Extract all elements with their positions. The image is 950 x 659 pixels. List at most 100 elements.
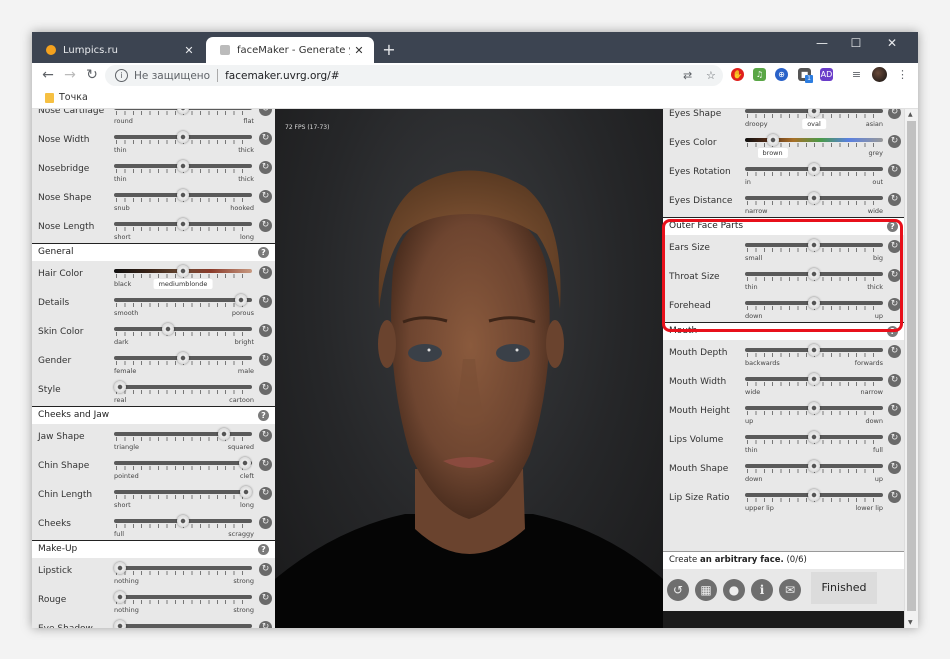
- slider-handle[interactable]: [177, 352, 189, 364]
- slider-handle[interactable]: [234, 294, 247, 306]
- scroll-up-arrow[interactable]: ▲: [908, 111, 913, 118]
- help-icon[interactable]: ?: [258, 247, 269, 258]
- slider-track[interactable]: [114, 461, 252, 465]
- slider-track[interactable]: [114, 432, 252, 436]
- slider-handle[interactable]: [177, 265, 189, 277]
- reset-icon[interactable]: ↻: [888, 269, 901, 282]
- slider-track[interactable]: [114, 595, 252, 599]
- randomize-button[interactable]: ▦: [695, 579, 717, 601]
- tab-close-icon[interactable]: ✕: [350, 44, 368, 57]
- reset-icon[interactable]: ↻: [259, 592, 272, 605]
- help-icon[interactable]: ?: [258, 410, 269, 421]
- reset-icon[interactable]: ↻: [888, 345, 901, 358]
- reset-icon[interactable]: ↻: [259, 161, 272, 174]
- reset-icon[interactable]: ↻: [888, 403, 901, 416]
- info-icon[interactable]: i: [115, 69, 128, 82]
- reset-icon[interactable]: ↻: [259, 458, 272, 471]
- slider-handle[interactable]: [239, 457, 252, 469]
- slider-handle[interactable]: [177, 189, 189, 201]
- page-scrollbar[interactable]: ▲ ▼: [904, 109, 918, 628]
- slider-track[interactable]: [114, 298, 252, 302]
- slider-handle[interactable]: [808, 344, 820, 356]
- slider-track[interactable]: [114, 566, 252, 570]
- tab-facemaker[interactable]: faceMaker - Generate your favou ✕: [206, 37, 374, 63]
- slider-handle[interactable]: [177, 160, 189, 172]
- translate-icon[interactable]: ⇄: [683, 69, 692, 82]
- slider-handle[interactable]: [808, 402, 820, 414]
- finished-button[interactable]: Finished: [811, 572, 877, 604]
- face-3d-viewport[interactable]: 72 FPS (17-73): [275, 109, 663, 628]
- reset-icon[interactable]: ↻: [888, 164, 901, 177]
- info-button[interactable]: i: [751, 579, 773, 601]
- reset-icon[interactable]: ↻: [888, 490, 901, 503]
- slider-handle[interactable]: [808, 297, 820, 309]
- slider-handle[interactable]: [113, 562, 126, 574]
- reset-icon[interactable]: ↻: [259, 190, 272, 203]
- slider-handle[interactable]: [808, 431, 820, 443]
- scroll-down-arrow[interactable]: ▼: [908, 619, 913, 626]
- slider-handle[interactable]: [177, 515, 189, 527]
- hint-button[interactable]: ●: [723, 579, 745, 601]
- slider-handle[interactable]: [240, 486, 253, 498]
- reset-icon[interactable]: ↻: [888, 374, 901, 387]
- reset-icon[interactable]: ↻: [259, 429, 272, 442]
- back-button[interactable]: ←: [39, 67, 57, 83]
- reset-icon[interactable]: ↻: [259, 132, 272, 145]
- minimize-button[interactable]: —: [810, 36, 834, 50]
- reset-icon[interactable]: ↻: [888, 193, 901, 206]
- tab-lumpics[interactable]: Lumpics.ru ✕: [32, 37, 204, 63]
- scroll-thumb[interactable]: [907, 121, 916, 611]
- reset-icon[interactable]: ↻: [259, 487, 272, 500]
- slider-handle[interactable]: [113, 591, 126, 603]
- slider-track[interactable]: [745, 138, 883, 142]
- reset-icon[interactable]: ↻: [259, 516, 272, 529]
- media-control-icon[interactable]: ≡: [850, 68, 863, 81]
- reset-icon[interactable]: ↻: [259, 324, 272, 337]
- bookmark-tochka[interactable]: Точка: [59, 92, 88, 103]
- slider-handle[interactable]: [808, 163, 820, 175]
- reset-icon[interactable]: ↻: [888, 240, 901, 253]
- adblock-icon[interactable]: ✋: [731, 68, 744, 81]
- globe-icon[interactable]: ⊕: [775, 68, 788, 81]
- address-bar[interactable]: i Не защищено facemaker.uvrg.org/# ⇄ ☆: [105, 65, 723, 86]
- forward-button[interactable]: →: [61, 67, 79, 83]
- reset-icon[interactable]: ↻: [888, 432, 901, 445]
- reset-icon[interactable]: ↻: [259, 563, 272, 576]
- slider-track[interactable]: [114, 327, 252, 331]
- reset-icon[interactable]: ↻: [259, 266, 272, 279]
- reset-icon[interactable]: ↻: [888, 298, 901, 311]
- music-icon[interactable]: ♫: [753, 68, 766, 81]
- slider-handle[interactable]: [808, 239, 820, 251]
- tab-close-icon[interactable]: ✕: [180, 44, 198, 57]
- undo-button[interactable]: ↺: [667, 579, 689, 601]
- slider-handle[interactable]: [113, 381, 126, 393]
- slider-handle[interactable]: [766, 134, 779, 146]
- slider-track[interactable]: [114, 624, 252, 628]
- menu-icon[interactable]: ⋮: [896, 68, 909, 81]
- slider-handle[interactable]: [161, 323, 174, 335]
- close-window-button[interactable]: ✕: [880, 36, 904, 50]
- reset-icon[interactable]: ↻: [888, 109, 901, 119]
- slider-handle[interactable]: [808, 460, 820, 472]
- slider-handle[interactable]: [113, 620, 126, 628]
- help-icon[interactable]: ?: [887, 221, 898, 232]
- slider-handle[interactable]: [177, 218, 189, 230]
- reset-icon[interactable]: ↻: [259, 382, 272, 395]
- help-icon[interactable]: ?: [887, 326, 898, 337]
- reset-icon[interactable]: ↻: [259, 353, 272, 366]
- reset-icon[interactable]: ↻: [888, 461, 901, 474]
- ad-extension-icon[interactable]: AD: [820, 68, 833, 81]
- reset-icon[interactable]: ↻: [888, 135, 901, 148]
- reset-icon[interactable]: ↻: [259, 621, 272, 628]
- profile-avatar[interactable]: [872, 67, 887, 82]
- maximize-button[interactable]: ☐: [844, 36, 868, 50]
- reset-icon[interactable]: ↻: [259, 109, 272, 116]
- slider-track[interactable]: [114, 490, 252, 494]
- slider-handle[interactable]: [177, 131, 189, 143]
- slider-track[interactable]: [114, 385, 252, 389]
- new-tab-button[interactable]: +: [380, 40, 398, 59]
- slider-handle[interactable]: [808, 489, 820, 501]
- slider-handle[interactable]: [808, 192, 820, 204]
- star-icon[interactable]: ☆: [706, 69, 716, 82]
- url-text[interactable]: facemaker.uvrg.org/#: [225, 70, 339, 82]
